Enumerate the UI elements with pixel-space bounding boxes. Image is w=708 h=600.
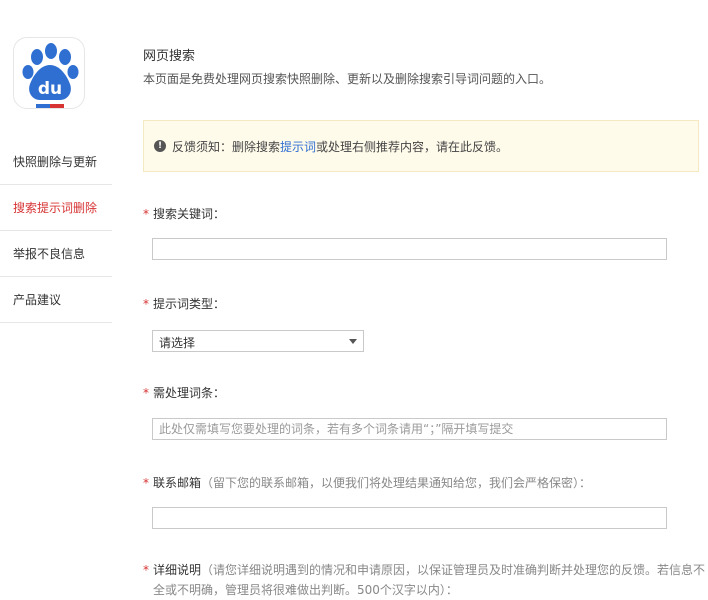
sidebar-item-feedback[interactable]: 产品建议	[0, 277, 112, 323]
page-title: 网页搜索	[143, 49, 196, 64]
info-icon: !	[154, 140, 166, 152]
sidebar-item-report[interactable]: 举报不良信息	[0, 231, 112, 277]
required-mark: *	[143, 476, 149, 490]
notice-suffix: 或处理右侧推荐内容，请在此反馈。	[316, 140, 509, 154]
notice-link[interactable]: 提示词	[280, 140, 316, 154]
email-label: * 联系邮箱（留下您的联系邮箱，以便我们将处理结果通知给您，我们会严格保密）：	[143, 474, 591, 491]
keyword-input[interactable]	[152, 238, 667, 260]
notice-banner: ! 反馈须知：删除搜索提示词或处理右侧推荐内容，请在此反馈。	[143, 120, 699, 172]
terms-label-text: 需处理词条：	[153, 386, 226, 400]
sidebar-item-suggestion-delete[interactable]: 搜索提示词删除	[0, 185, 112, 231]
terms-label: * 需处理词条：	[143, 384, 225, 401]
notice-text: 反馈须知：删除搜索提示词或处理右侧推荐内容，请在此反馈。	[172, 138, 508, 155]
type-label-text: 提示词类型：	[153, 297, 226, 311]
type-select-value: 请选择	[159, 336, 196, 350]
chevron-down-icon	[349, 339, 357, 344]
page-description: 本页面是免费处理网页搜索快照删除、更新以及删除搜索引导词问题的入口。	[143, 72, 552, 86]
email-input[interactable]	[152, 507, 667, 529]
logo-text: du	[38, 79, 62, 99]
type-select[interactable]: 请选择	[152, 330, 364, 352]
baidu-logo: du	[13, 37, 85, 109]
required-mark: *	[143, 297, 149, 311]
notice-prefix: 反馈须知：删除搜索	[172, 140, 281, 154]
details-hint-line2: 全或不明确，管理员将很难做出判断。500个汉字以内）：	[153, 583, 458, 597]
keyword-label: * 搜索关键词：	[143, 205, 225, 222]
sidebar-item-snapshot[interactable]: 快照删除与更新	[0, 139, 112, 185]
sidebar: 快照删除与更新 搜索提示词删除 举报不良信息 产品建议	[0, 139, 112, 323]
details-label-text: 详细说明	[153, 563, 202, 577]
email-hint: （留下您的联系邮箱，以便我们将处理结果通知给您，我们会严格保密）：	[201, 476, 592, 490]
email-label-text: 联系邮箱	[153, 476, 202, 490]
required-mark: *	[143, 386, 149, 400]
required-mark: *	[143, 563, 149, 577]
required-mark: *	[143, 207, 149, 221]
terms-input[interactable]	[152, 418, 667, 440]
details-label: * 详细说明（请您详细说明遇到的情况和申请原因，以保证管理员及时准确判断并处理您的…	[143, 560, 708, 600]
keyword-label-text: 搜索关键词：	[153, 207, 226, 221]
baidu-paw-icon: du	[22, 43, 79, 108]
details-hint-line1: （请您详细说明遇到的情况和申请原因，以保证管理员及时准确判断并处理您的反馈。若信…	[201, 563, 706, 577]
type-label: * 提示词类型：	[143, 295, 225, 312]
